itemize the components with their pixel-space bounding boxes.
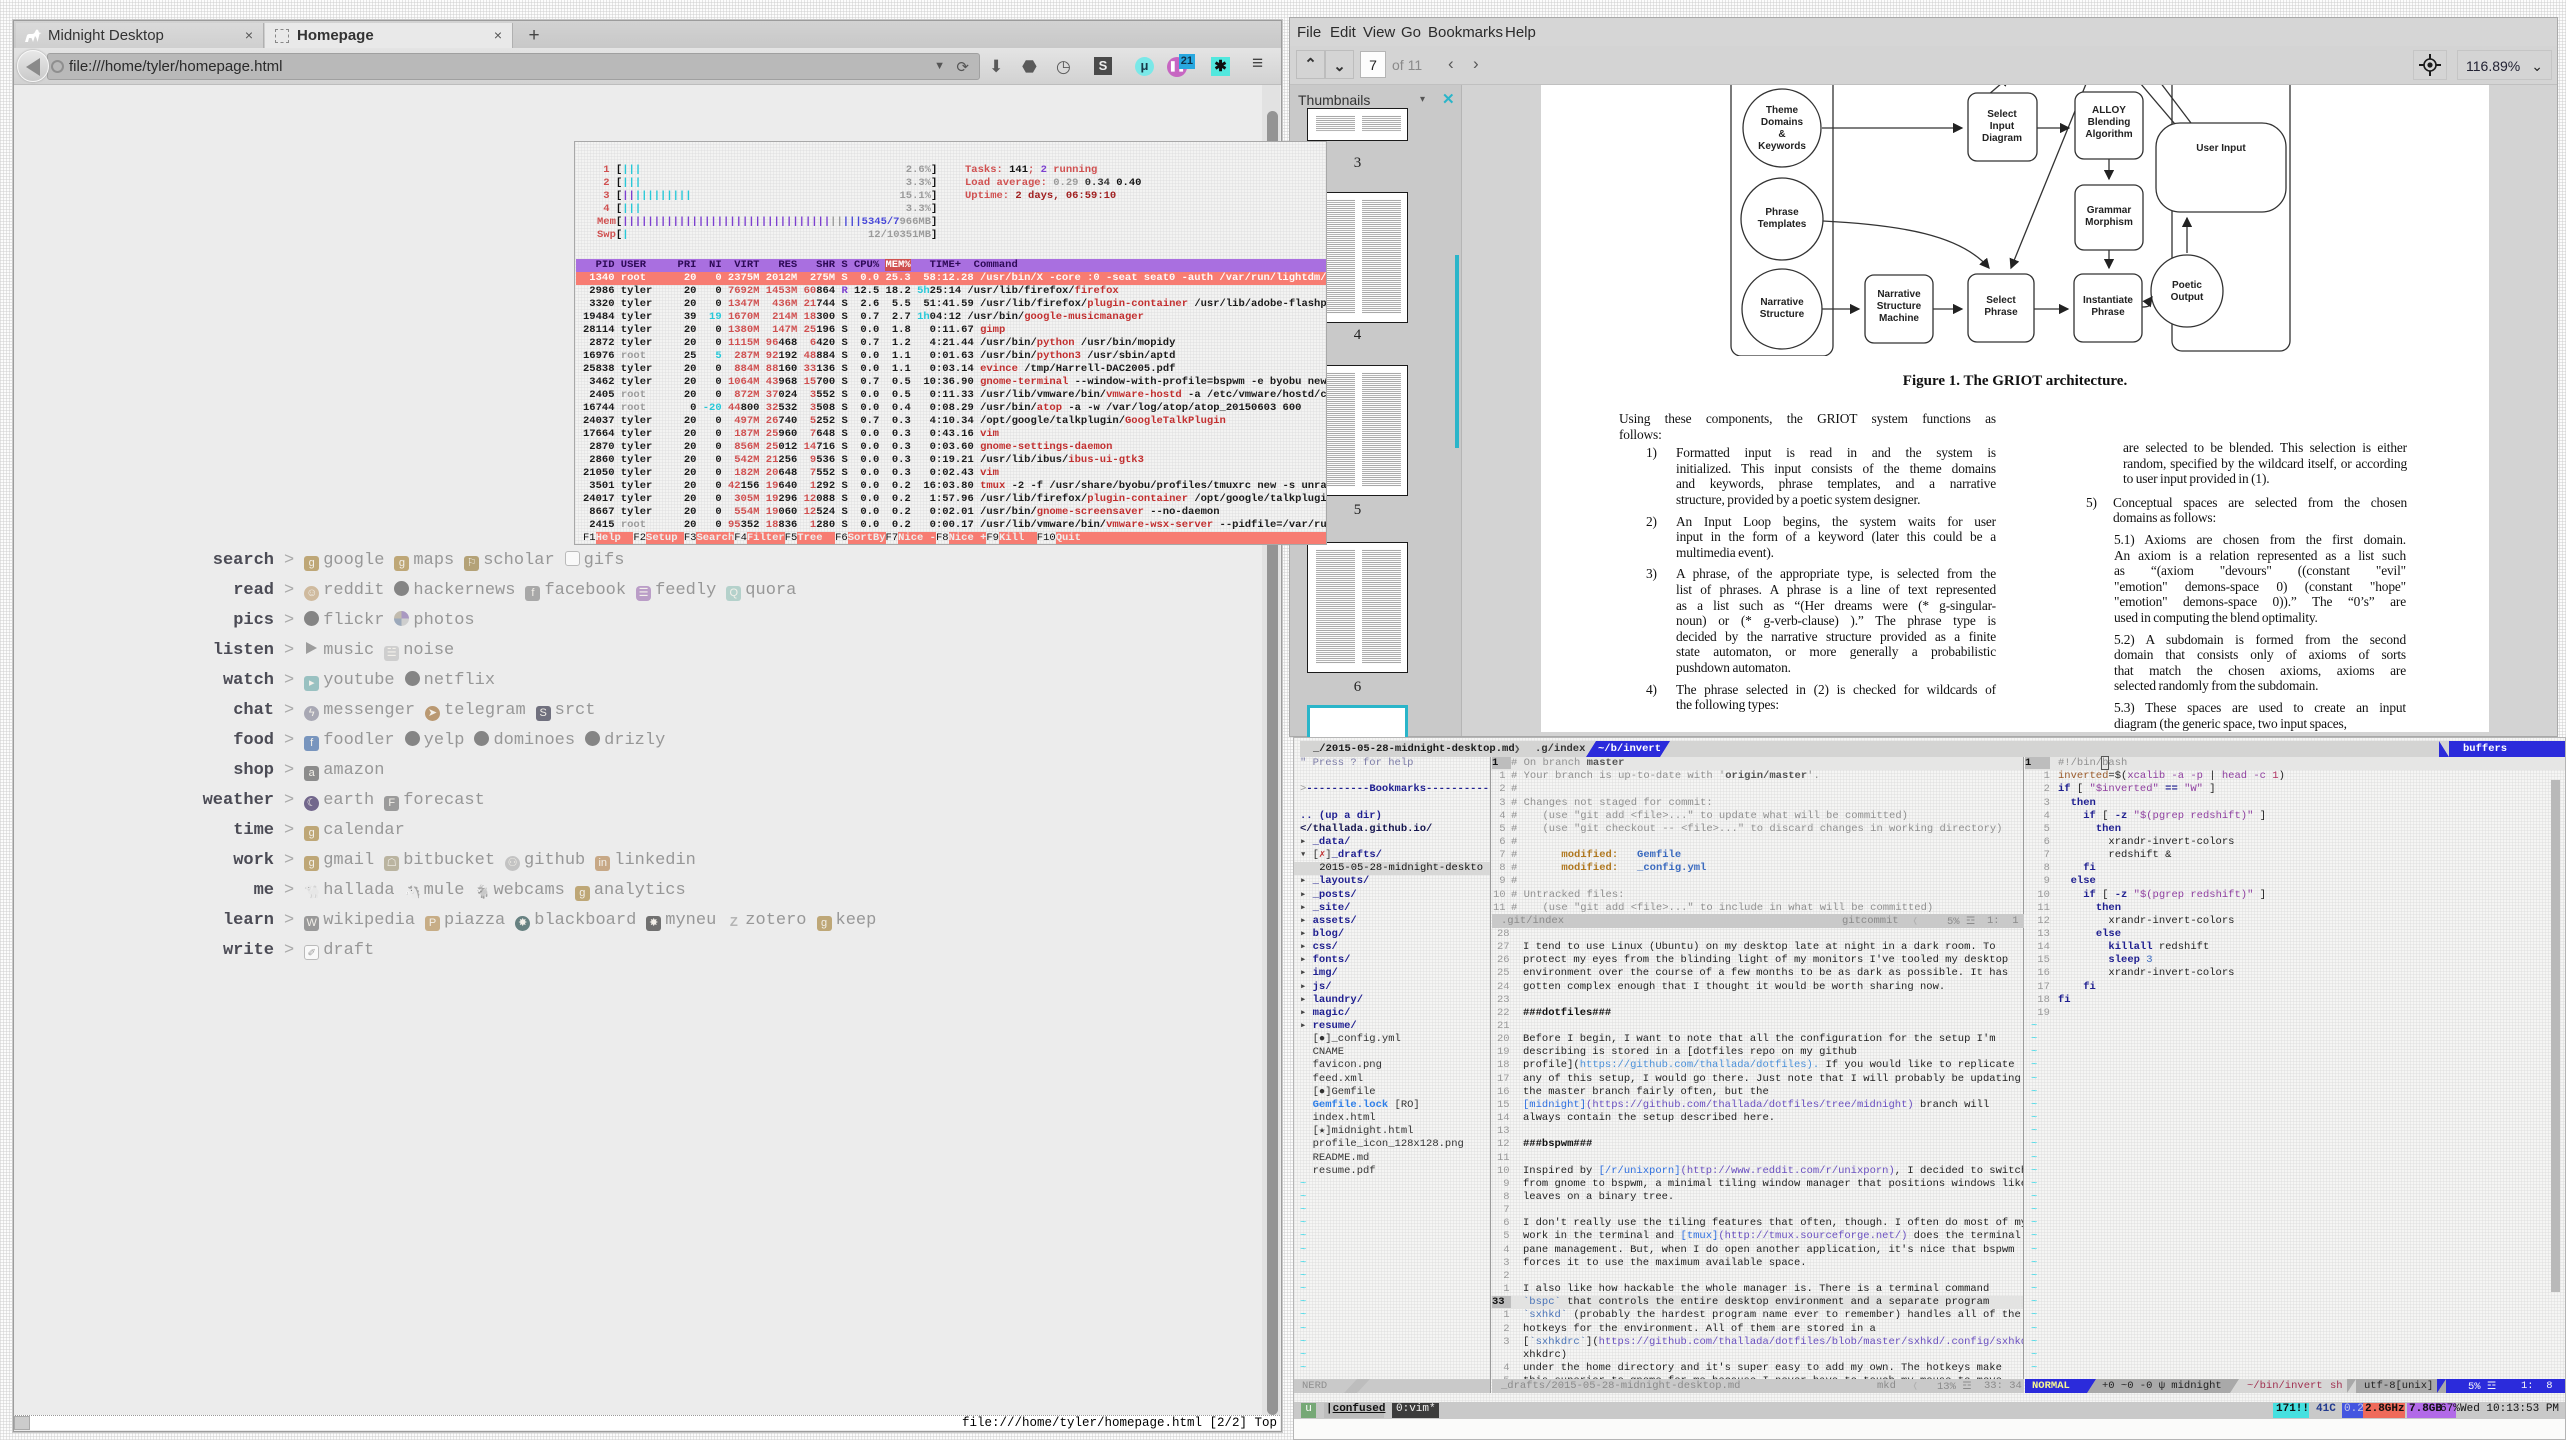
svg-text:Grammar: Grammar [2087, 205, 2132, 216]
svg-text:Input: Input [1990, 121, 2015, 132]
svg-text:Blending: Blending [2088, 117, 2131, 128]
svg-text:Structure: Structure [1877, 301, 1922, 312]
svg-text:Keywords: Keywords [1758, 141, 1806, 152]
svg-text:User Input: User Input [2196, 143, 2246, 154]
svg-text:Structure: Structure [1760, 309, 1805, 320]
svg-text:Select: Select [1986, 295, 2016, 306]
svg-text:Theme: Theme [1766, 105, 1799, 116]
svg-text:&: & [1778, 129, 1785, 140]
svg-text:Phrase: Phrase [1984, 307, 2018, 318]
svg-text:Machine: Machine [1879, 313, 1919, 324]
svg-text:Select: Select [1987, 109, 2017, 120]
svg-text:Diagram: Diagram [1982, 133, 2022, 144]
svg-text:Narrative: Narrative [1877, 289, 1921, 300]
svg-text:Templates: Templates [1758, 219, 1807, 230]
svg-text:Phrase: Phrase [2091, 307, 2125, 318]
svg-text:Morphism: Morphism [2085, 217, 2133, 228]
svg-text:Poetic: Poetic [2172, 280, 2202, 291]
svg-text:Output: Output [2171, 292, 2204, 303]
svg-text:Narrative: Narrative [1760, 297, 1804, 308]
svg-text:Phrase: Phrase [1765, 207, 1799, 218]
svg-text:ALLOY: ALLOY [2092, 105, 2126, 116]
svg-text:Domains: Domains [1761, 117, 1804, 128]
svg-text:Algorithm: Algorithm [2085, 129, 2132, 140]
svg-text:Instantiate: Instantiate [2083, 295, 2133, 306]
